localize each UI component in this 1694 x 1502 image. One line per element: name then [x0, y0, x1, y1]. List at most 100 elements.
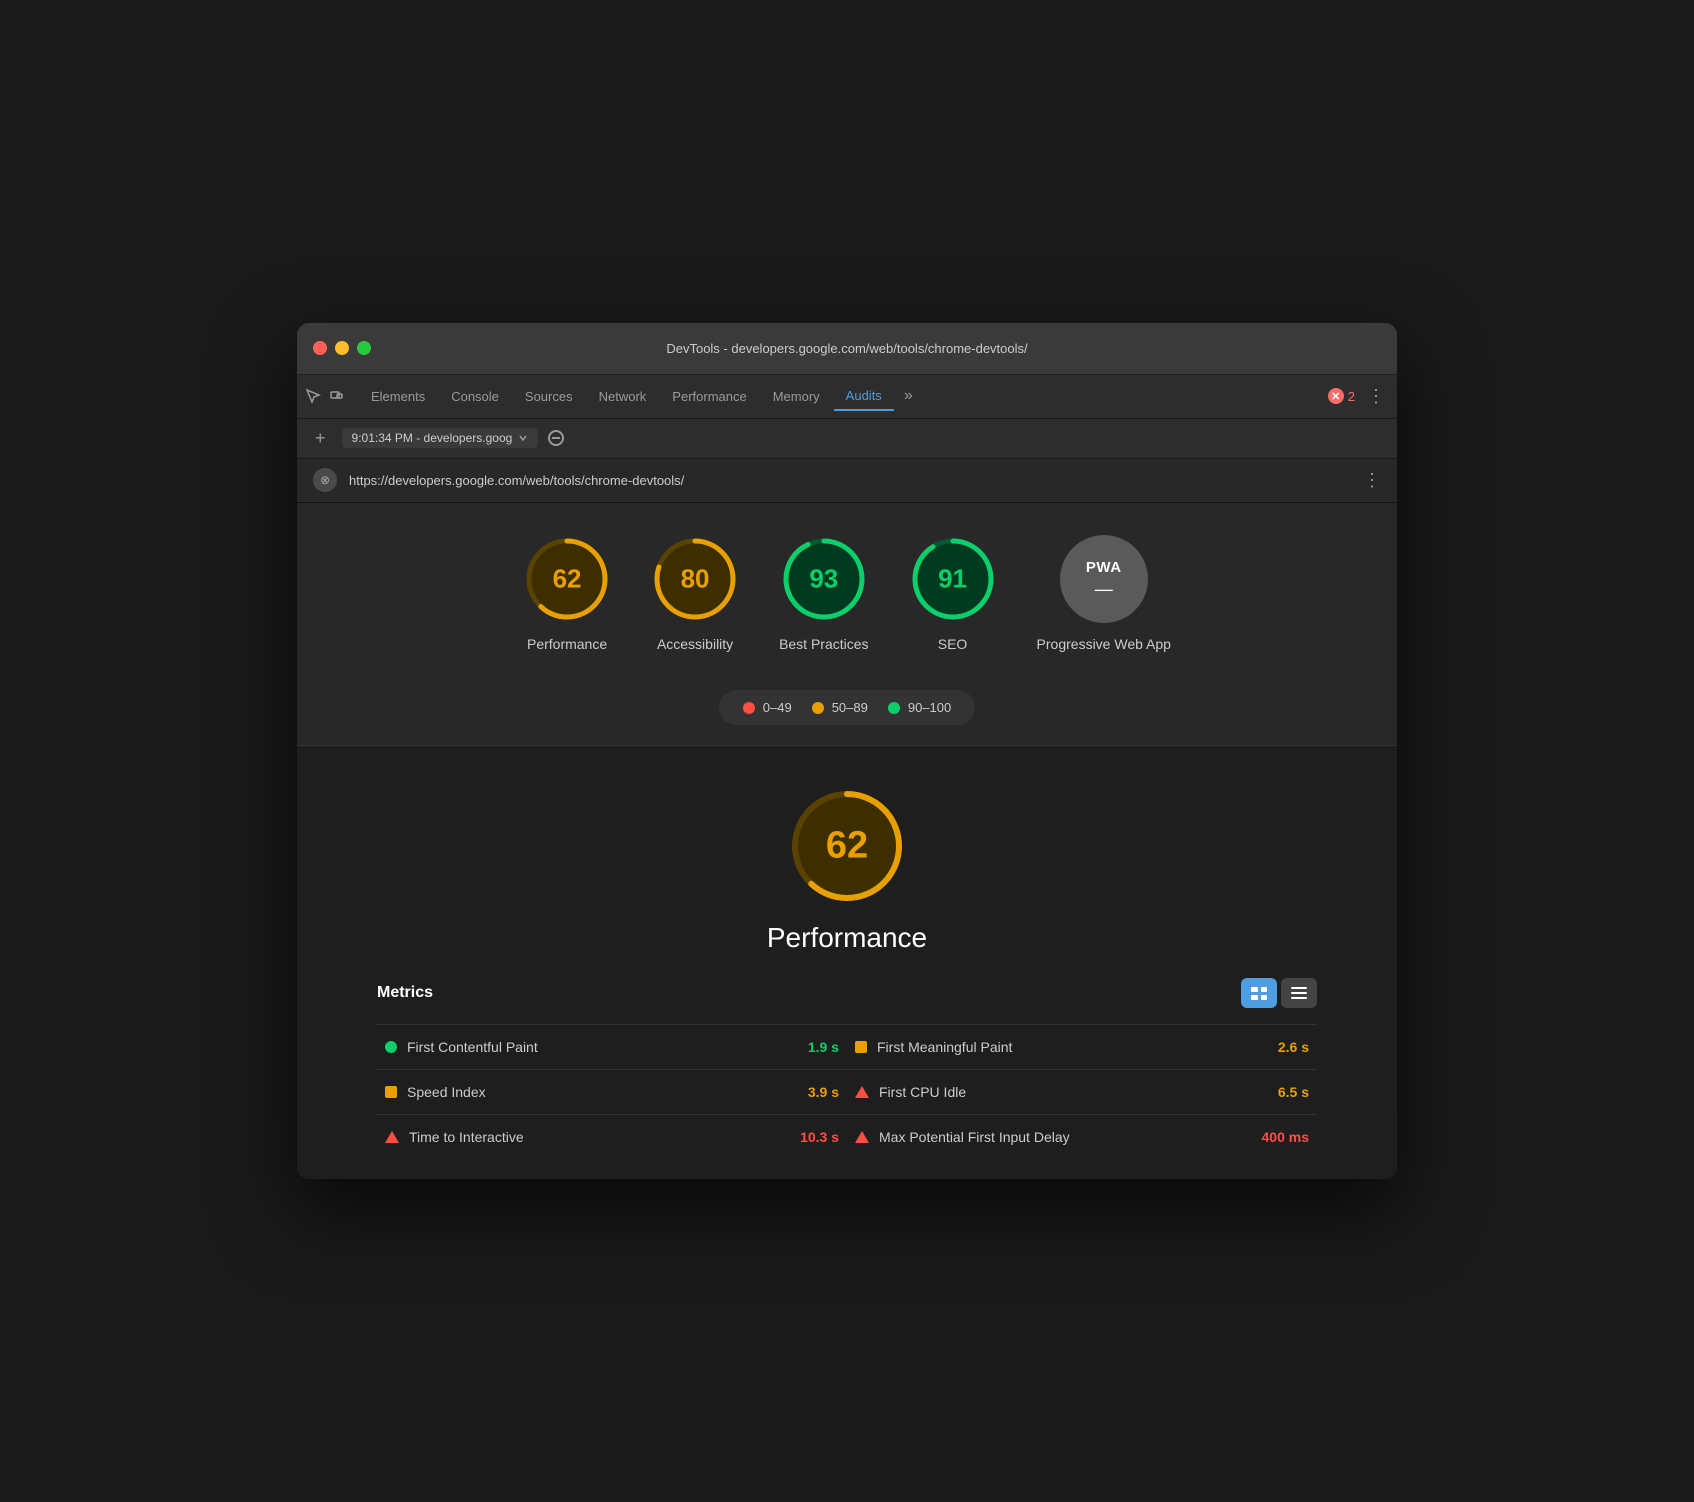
legend-dot-green [888, 702, 900, 714]
metrics-table: First Contentful Paint 1.9 s First Meani… [377, 1024, 1317, 1159]
metric-value-fcp: 1.9 s [808, 1039, 839, 1055]
scores-overview: 62 Performance 80 Accessibility [297, 503, 1397, 679]
error-count: 2 [1348, 389, 1355, 404]
score-item-best-practices[interactable]: 93 Best Practices [779, 535, 868, 655]
list-view-button[interactable] [1281, 978, 1317, 1008]
dropdown-arrow-icon [518, 433, 528, 443]
score-label-seo: SEO [938, 635, 968, 655]
metric-cell-si: Speed Index 3.9 s [377, 1070, 847, 1114]
metric-name-fmp: First Meaningful Paint [877, 1039, 1268, 1055]
error-badge[interactable]: ✕ 2 [1328, 388, 1355, 404]
metrics-label: Metrics [377, 984, 433, 1002]
metric-name-tti: Time to Interactive [409, 1129, 790, 1145]
list-icon [1291, 987, 1307, 999]
score-circle-performance: 62 [523, 535, 611, 623]
more-tabs-button[interactable]: » [896, 383, 921, 409]
indicator-fci [855, 1086, 869, 1098]
score-item-pwa[interactable]: PWA — Progressive Web App [1037, 535, 1171, 655]
metric-value-tti: 10.3 s [800, 1129, 839, 1145]
legend-range-high: 90–100 [908, 700, 951, 715]
tab-network[interactable]: Network [587, 383, 659, 410]
pwa-label: PWA [1086, 559, 1122, 576]
score-circle-accessibility: 80 [651, 535, 739, 623]
maximize-button[interactable] [357, 341, 371, 355]
metric-cell-mpfid: Max Potential First Input Delay 400 ms [847, 1115, 1317, 1159]
score-item-performance[interactable]: 62 Performance [523, 535, 611, 655]
metric-cell-tti: Time to Interactive 10.3 s [377, 1115, 847, 1159]
window-title: DevTools - developers.google.com/web/too… [666, 341, 1027, 356]
metric-name-fcp: First Contentful Paint [407, 1039, 798, 1055]
kebab-menu-button[interactable]: ⋮ [1363, 382, 1389, 411]
grid-view-button[interactable] [1241, 978, 1277, 1008]
tab-console[interactable]: Console [439, 383, 511, 410]
metrics-row: Speed Index 3.9 s First CPU Idle 6.5 s [377, 1069, 1317, 1114]
score-number-performance: 62 [553, 563, 582, 594]
tab-performance[interactable]: Performance [660, 383, 758, 410]
metric-cell-fci: First CPU Idle 6.5 s [847, 1070, 1317, 1114]
metrics-row: First Contentful Paint 1.9 s First Meani… [377, 1024, 1317, 1069]
indicator-fmp [855, 1041, 867, 1053]
tab-label: 9:01:34 PM - developers.goog [342, 428, 539, 448]
view-toggle [1241, 978, 1317, 1008]
score-item-accessibility[interactable]: 80 Accessibility [651, 535, 739, 655]
devtools-tab-bar: Elements Console Sources Network Perform… [297, 375, 1397, 419]
metric-value-si: 3.9 s [808, 1084, 839, 1100]
metric-cell-fcp: First Contentful Paint 1.9 s [377, 1025, 847, 1069]
tab-bar-right: ✕ 2 ⋮ [1328, 382, 1389, 411]
perf-big-circle: 62 [787, 786, 907, 906]
metric-value-fmp: 2.6 s [1278, 1039, 1309, 1055]
metrics-section: Metrics [317, 978, 1377, 1159]
performance-detail: 62 Performance Metrics [297, 746, 1397, 1179]
device-icon [329, 388, 345, 404]
score-item-seo[interactable]: 91 SEO [909, 535, 997, 655]
pwa-circle: PWA — [1060, 535, 1148, 623]
devtools-toolbar-icons [305, 388, 345, 404]
cursor-icon [305, 388, 321, 404]
metrics-header: Metrics [377, 978, 1317, 1008]
perf-score-number: 62 [826, 825, 868, 868]
title-bar: DevTools - developers.google.com/web/too… [297, 323, 1397, 375]
score-circle-best-practices: 93 [780, 535, 868, 623]
page-favicon: ⊗ [313, 468, 337, 492]
score-number-accessibility: 80 [681, 563, 710, 594]
indicator-tti [385, 1131, 399, 1143]
legend-inner: 0–49 50–89 90–100 [719, 690, 975, 725]
legend-dot-orange [812, 702, 824, 714]
metric-value-fci: 6.5 s [1278, 1084, 1309, 1100]
score-label-pwa: Progressive Web App [1037, 635, 1171, 655]
address-bar: + 9:01:34 PM - developers.goog [297, 419, 1397, 459]
metric-cell-fmp: First Meaningful Paint 2.6 s [847, 1025, 1317, 1069]
tab-elements[interactable]: Elements [359, 383, 437, 410]
close-button[interactable] [313, 341, 327, 355]
audits-panel: 62 Performance 80 Accessibility [297, 503, 1397, 1180]
no-entry-icon [548, 430, 564, 446]
legend-range-mid: 50–89 [832, 700, 868, 715]
traffic-lights [313, 341, 371, 355]
score-label-best-practices: Best Practices [779, 635, 868, 655]
tab-memory[interactable]: Memory [761, 383, 832, 410]
browser-window: DevTools - developers.google.com/web/too… [297, 323, 1397, 1180]
score-circle-seo: 91 [909, 535, 997, 623]
score-number-best-practices: 93 [809, 563, 838, 594]
page-menu-button[interactable]: ⋮ [1363, 470, 1381, 491]
score-legend: 0–49 50–89 90–100 [297, 678, 1397, 745]
pwa-dash: — [1095, 580, 1113, 598]
error-icon: ✕ [1328, 388, 1344, 404]
score-label-accessibility: Accessibility [657, 635, 733, 655]
page-url-bar: ⊗ https://developers.google.com/web/tool… [297, 459, 1397, 503]
new-tab-button[interactable]: + [309, 426, 332, 451]
metric-name-mpfid: Max Potential First Input Delay [879, 1129, 1252, 1145]
tab-sources[interactable]: Sources [513, 383, 585, 410]
metric-name-fci: First CPU Idle [879, 1084, 1268, 1100]
tab-label-text: 9:01:34 PM - developers.goog [352, 431, 513, 445]
metrics-row: Time to Interactive 10.3 s Max Potential… [377, 1114, 1317, 1159]
minimize-button[interactable] [335, 341, 349, 355]
tab-audits[interactable]: Audits [834, 382, 894, 411]
legend-item-mid: 50–89 [812, 700, 868, 715]
legend-item-low: 0–49 [743, 700, 792, 715]
legend-item-high: 90–100 [888, 700, 951, 715]
metric-name-si: Speed Index [407, 1084, 798, 1100]
legend-range-low: 0–49 [763, 700, 792, 715]
score-number-seo: 91 [938, 563, 967, 594]
metric-value-mpfid: 400 ms [1262, 1129, 1309, 1145]
